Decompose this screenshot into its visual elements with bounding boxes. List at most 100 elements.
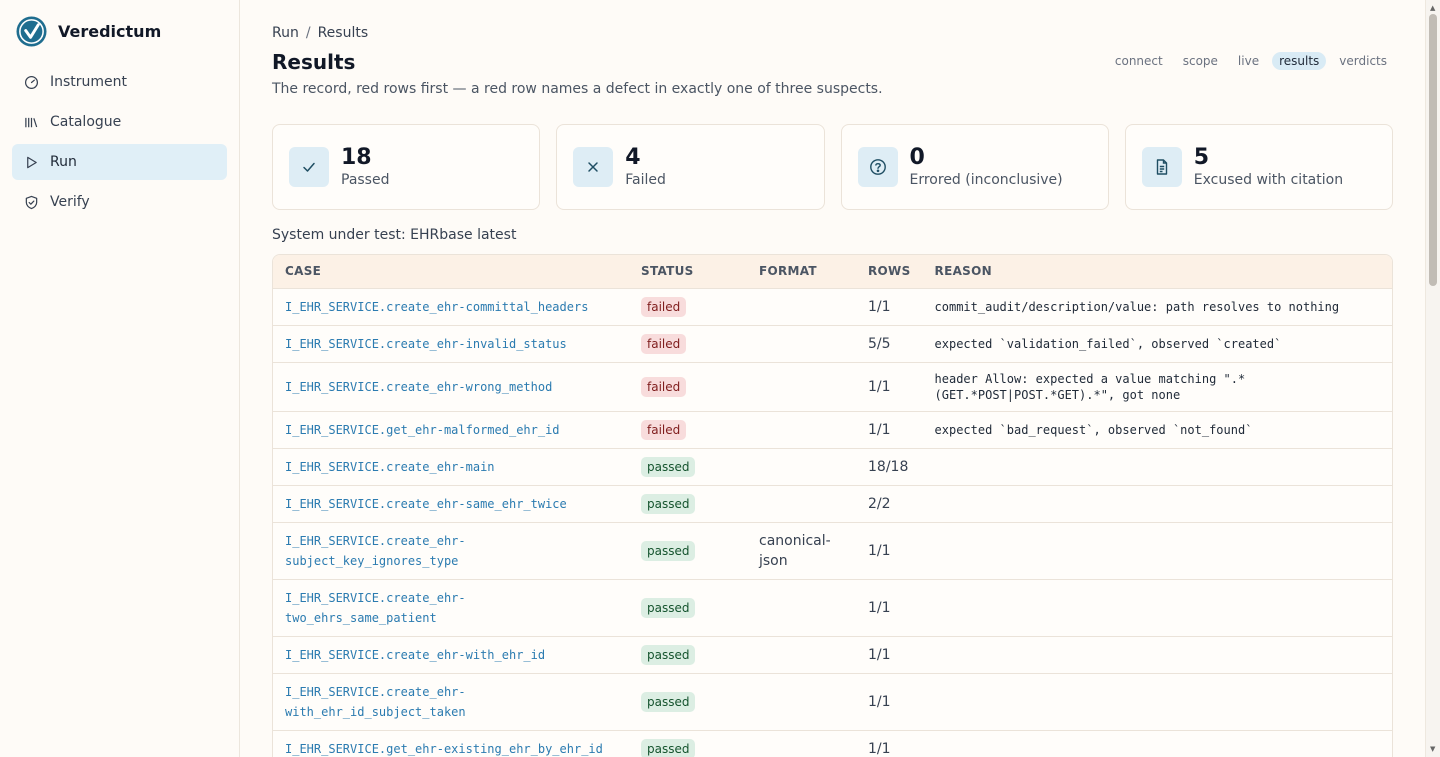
reason-cell <box>922 673 1392 731</box>
case-link[interactable]: I_EHR_SERVICE.get_ehr-existing_ehr_by_eh… <box>273 730 629 757</box>
sidebar-item-label: Instrument <box>50 74 128 90</box>
status-badge: passed <box>641 493 696 514</box>
status-badge: passed <box>641 597 696 618</box>
page-scrollbar[interactable]: ▲ ▼ <box>1425 0 1440 757</box>
stat-card-passed: 18 Passed <box>272 124 541 210</box>
rows-cell: 1/1 <box>856 579 923 637</box>
rows-cell: 1/1 <box>856 522 923 580</box>
sidebar-item-label: Catalogue <box>50 114 122 130</box>
table-row[interactable]: I_EHR_SERVICE.get_ehr-malformed_ehr_id fa… <box>273 411 1392 449</box>
check-icon <box>289 147 329 187</box>
document-icon <box>1141 147 1182 187</box>
case-link[interactable]: I_EHR_SERVICE.create_ehr-committal_heade… <box>273 288 629 326</box>
sidebar-item-run[interactable]: Run <box>12 144 227 180</box>
format-cell: canonical-json <box>747 522 856 580</box>
status-cell: failed <box>629 325 747 363</box>
summary-stats: 18 Passed 4 Failed 0 Errored (inconclusi… <box>272 124 1393 210</box>
reason-cell: commit_audit/description/value: path res… <box>922 288 1392 326</box>
rows-cell: 5/5 <box>856 325 923 363</box>
table-row[interactable]: I_EHR_SERVICE.create_ehr-two_ehrs_same_p… <box>273 579 1392 637</box>
scroll-thumb[interactable] <box>1429 14 1437 286</box>
column-header-reason: REASON <box>922 255 1392 289</box>
question-circle-icon <box>857 147 898 187</box>
reason-cell <box>922 485 1392 523</box>
tab-results[interactable]: results <box>1272 52 1327 70</box>
scroll-up-arrow-icon[interactable]: ▲ <box>1430 4 1435 12</box>
reason-cell: expected `bad_request`, observed `not_fo… <box>922 411 1392 449</box>
stat-value: 4 <box>625 145 641 170</box>
status-cell: failed <box>629 362 747 412</box>
page-subtitle: The record, red rows first — a red row n… <box>272 81 883 97</box>
status-badge: passed <box>641 738 696 757</box>
rows-cell: 1/1 <box>856 673 923 731</box>
tab-scope[interactable]: scope <box>1176 52 1225 70</box>
sidebar: Veredictum Instrument Catalogue Run Veri… <box>0 0 240 757</box>
breadcrumb-current: Results <box>317 25 369 41</box>
case-link[interactable]: I_EHR_SERVICE.create_ehr-with_ehr_id_sub… <box>273 673 629 731</box>
status-cell: passed <box>629 485 747 523</box>
step-tabs: connect scope live results verdicts <box>1108 52 1394 70</box>
status-cell: passed <box>629 730 747 757</box>
gauge-icon <box>24 75 39 90</box>
brand[interactable]: Veredictum <box>16 16 161 47</box>
play-icon <box>24 155 39 170</box>
table-row[interactable]: I_EHR_SERVICE.create_ehr-main passed 18/18 <box>273 448 1392 486</box>
stat-label: Failed <box>625 172 666 188</box>
library-icon <box>24 115 39 130</box>
table-row[interactable]: I_EHR_SERVICE.create_ehr-invalid_status f… <box>273 325 1392 363</box>
case-link[interactable]: I_EHR_SERVICE.create_ehr-subject_key_ign… <box>273 522 629 580</box>
sidebar-item-catalogue[interactable]: Catalogue <box>12 104 227 140</box>
rows-cell: 1/1 <box>856 636 923 674</box>
status-badge: passed <box>641 456 696 477</box>
table-row[interactable]: I_EHR_SERVICE.get_ehr-existing_ehr_by_eh… <box>273 730 1392 757</box>
table-row[interactable]: I_EHR_SERVICE.create_ehr-committal_heade… <box>273 288 1392 326</box>
scroll-down-arrow-icon[interactable]: ▼ <box>1430 745 1435 753</box>
results-table: CASE STATUS FORMAT ROWS REASON I_EHR_SER… <box>272 254 1393 757</box>
reason-cell: expected `validation_failed`, observed `… <box>922 325 1392 363</box>
stat-card-errored: 0 Errored (inconclusive) <box>840 124 1109 210</box>
column-header-rows: ROWS <box>856 255 923 289</box>
column-header-case: CASE <box>273 255 629 289</box>
stat-card-failed: 4 Failed <box>556 124 825 210</box>
column-header-format: FORMAT <box>747 255 856 289</box>
veredictum-logo-icon <box>16 16 47 47</box>
reason-cell <box>922 448 1392 486</box>
status-cell: passed <box>629 579 747 637</box>
status-badge: passed <box>641 691 696 712</box>
sidebar-item-verify[interactable]: Verify <box>12 184 227 220</box>
status-badge: failed <box>641 376 687 397</box>
case-link[interactable]: I_EHR_SERVICE.get_ehr-malformed_ehr_id <box>273 411 629 449</box>
table-row[interactable]: I_EHR_SERVICE.create_ehr-with_ehr_id pass… <box>273 636 1392 674</box>
status-badge: passed <box>641 540 696 561</box>
tab-verdicts[interactable]: verdicts <box>1332 52 1394 70</box>
case-link[interactable]: I_EHR_SERVICE.create_ehr-same_ehr_twice <box>273 485 629 523</box>
table-row[interactable]: I_EHR_SERVICE.create_ehr-subject_key_ign… <box>273 522 1392 580</box>
stat-value: 0 <box>909 145 925 170</box>
case-link[interactable]: I_EHR_SERVICE.create_ehr-with_ehr_id <box>273 636 629 674</box>
case-link[interactable]: I_EHR_SERVICE.create_ehr-wrong_method <box>273 362 629 412</box>
case-link[interactable]: I_EHR_SERVICE.create_ehr-main <box>273 448 629 486</box>
breadcrumb-run-link[interactable]: Run <box>272 25 299 41</box>
table-row[interactable]: I_EHR_SERVICE.create_ehr-wrong_method fai… <box>273 362 1392 412</box>
table-row[interactable]: I_EHR_SERVICE.create_ehr-same_ehr_twice p… <box>273 485 1392 523</box>
reason-cell <box>922 522 1392 580</box>
tab-live[interactable]: live <box>1231 52 1266 70</box>
rows-cell: 1/1 <box>856 411 923 449</box>
rows-cell: 2/2 <box>856 485 923 523</box>
case-link[interactable]: I_EHR_SERVICE.create_ehr-invalid_status <box>273 325 629 363</box>
stat-label: Excused with citation <box>1193 172 1344 188</box>
stat-card-excused: 5 Excused with citation <box>1124 124 1393 210</box>
status-cell: failed <box>629 411 747 449</box>
status-badge: passed <box>641 644 696 665</box>
reason-cell <box>922 579 1392 637</box>
sidebar-item-instrument[interactable]: Instrument <box>12 64 227 100</box>
reason-cell: header Allow: expected a value matching … <box>922 362 1392 412</box>
stat-label: Passed <box>341 172 390 188</box>
stat-value: 5 <box>1193 145 1210 170</box>
reason-cell <box>922 636 1392 674</box>
case-link[interactable]: I_EHR_SERVICE.create_ehr-two_ehrs_same_p… <box>273 579 629 637</box>
table-row[interactable]: I_EHR_SERVICE.create_ehr-with_ehr_id_sub… <box>273 673 1392 731</box>
reason-cell <box>922 730 1392 757</box>
format-cell <box>747 485 856 523</box>
tab-connect[interactable]: connect <box>1108 52 1170 70</box>
